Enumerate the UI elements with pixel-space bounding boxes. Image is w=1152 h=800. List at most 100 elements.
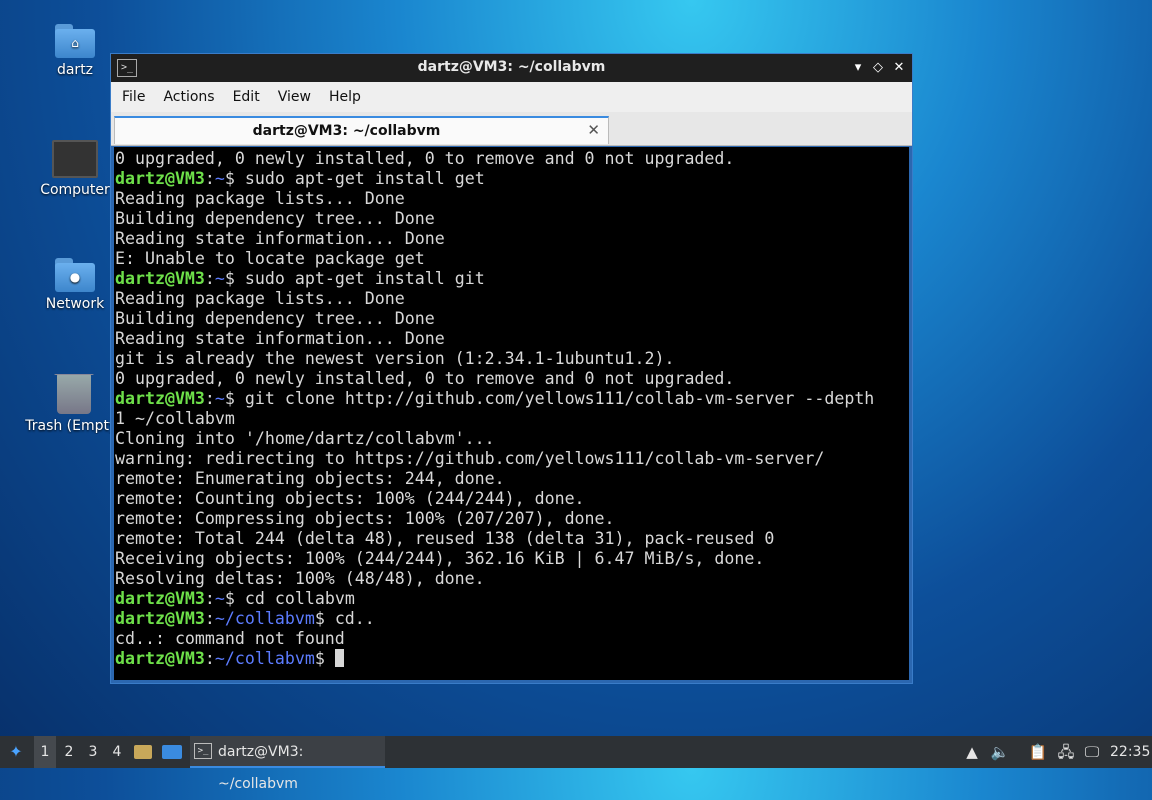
command-text: cd..: [324, 609, 375, 628]
prompt-separator: :: [204, 269, 215, 288]
prompt-separator: :: [204, 589, 215, 608]
desktop-icon-computer[interactable]: Computer: [29, 140, 121, 198]
command-text: git clone http://github.com/yellows111/c…: [234, 389, 875, 408]
tray-arrow-icon[interactable]: ▲: [960, 736, 984, 768]
desktop-icon-label: Computer: [40, 182, 110, 198]
terminal-output-line: Reading state information... Done: [115, 229, 445, 248]
notification-icon[interactable]: 🖵: [1080, 736, 1104, 768]
terminal-lines: 0 upgraded, 0 newly installed, 0 to remo…: [114, 147, 909, 669]
terminal-output-line: Resolving deltas: 100% (48/48), done.: [115, 569, 485, 588]
desktop-icon-label: Network: [45, 296, 105, 312]
terminal-output-line: 1 ~/collabvm: [115, 409, 235, 428]
terminal-output-line: remote: Compressing objects: 100% (207/2…: [115, 509, 615, 528]
terminal-prompt-line: dartz@VM3:~/collabvm$ cd..: [115, 609, 909, 629]
command-text: sudo apt-get install get: [234, 169, 485, 188]
maximize-button[interactable]: ◇: [869, 59, 887, 77]
terminal-prompt-line: dartz@VM3:~$ sudo apt-get install get: [115, 169, 909, 189]
prompt-separator: :: [204, 169, 215, 188]
terminal-output-line: git is already the newest version (1:2.3…: [115, 349, 675, 368]
menu-file[interactable]: File: [116, 89, 157, 105]
tab-label: dartz@VM3: ~/collabvm: [252, 123, 441, 139]
volume-icon[interactable]: 🔈: [988, 736, 1012, 768]
terminal-output-line: Reading package lists... Done: [115, 289, 405, 308]
desktop-icon-network[interactable]: ● Network: [29, 258, 121, 312]
terminal-output-line: Reading state information... Done: [115, 329, 445, 348]
clipboard-icon[interactable]: 📋: [1026, 736, 1050, 768]
minimize-button[interactable]: ▾: [849, 59, 867, 77]
workspace-2[interactable]: 2: [58, 736, 80, 768]
terminal-output-line: warning: redirecting to https://github.c…: [115, 449, 825, 468]
prompt-user: dartz@VM3: [115, 589, 205, 608]
prompt-separator: :: [204, 609, 215, 628]
command-text: [325, 649, 335, 668]
prompt-user: dartz@VM3: [115, 269, 205, 288]
file-manager-icon[interactable]: [134, 736, 154, 768]
terminal-output[interactable]: 0 upgraded, 0 newly installed, 0 to remo…: [114, 147, 909, 680]
desktop-icon-home[interactable]: ⌂ dartz: [29, 24, 121, 78]
prompt-user: dartz@VM3: [115, 389, 205, 408]
terminal-prompt-line: dartz@VM3:~$ cd collabvm: [115, 589, 909, 609]
prompt-separator: :: [204, 389, 215, 408]
prompt-path: ~: [214, 269, 225, 288]
terminal-output-line: remote: Total 244 (delta 48), reused 138…: [115, 529, 775, 548]
prompt-symbol: $: [314, 649, 325, 668]
tab-close-button[interactable]: ✕: [587, 121, 600, 139]
network-folder-icon: ●: [55, 258, 95, 292]
prompt-path: ~/collabvm: [214, 609, 315, 628]
terminal-output-line: Cloning into '/home/dartz/collabvm'...: [115, 429, 495, 448]
command-text: sudo apt-get install git: [234, 269, 485, 288]
terminal-cursor: [334, 649, 344, 667]
menu-view[interactable]: View: [272, 89, 323, 105]
prompt-symbol: $: [224, 589, 235, 608]
network-icon[interactable]: 🖧: [1054, 736, 1078, 768]
desktop-icon-label: Trash (Empty): [25, 418, 123, 434]
prompt-path: ~: [214, 169, 225, 188]
menu-help[interactable]: Help: [323, 89, 373, 105]
terminal-output-line: Building dependency tree... Done: [115, 309, 435, 328]
terminal-output-line: 0 upgraded, 0 newly installed, 0 to remo…: [115, 149, 735, 168]
taskbar-task-terminal[interactable]: >_ dartz@VM3: ~/collabvm: [190, 736, 385, 792]
terminal-prompt-line: dartz@VM3:~/collabvm$: [115, 649, 909, 669]
window-titlebar[interactable]: >_ dartz@VM3: ~/collabvm ▾ ◇ ✕: [111, 54, 912, 82]
taskbar-task-label: dartz@VM3: ~/collabvm: [218, 744, 304, 792]
prompt-user: dartz@VM3: [115, 649, 205, 668]
terminal-prompt-line: dartz@VM3:~$ sudo apt-get install git: [115, 269, 909, 289]
prompt-symbol: $: [314, 609, 325, 628]
home-folder-icon: ⌂: [55, 24, 95, 58]
tab-terminal[interactable]: dartz@VM3: ~/collabvm ✕: [114, 116, 609, 144]
close-button[interactable]: ✕: [890, 59, 908, 77]
tab-bar: dartz@VM3: ~/collabvm ✕: [111, 112, 912, 146]
start-menu-icon[interactable]: ✦: [4, 736, 28, 768]
terminal-output-line: Receiving objects: 100% (244/244), 362.1…: [115, 549, 765, 568]
window-title: dartz@VM3: ~/collabvm: [417, 59, 606, 75]
prompt-path: ~/collabvm: [214, 649, 315, 668]
menu-actions[interactable]: Actions: [157, 89, 226, 105]
computer-icon: [52, 140, 98, 178]
prompt-user: dartz@VM3: [115, 169, 205, 188]
terminal-window: >_ dartz@VM3: ~/collabvm ▾ ◇ ✕ File Acti…: [110, 53, 913, 684]
workspace-1[interactable]: 1: [34, 736, 56, 768]
terminal-output-line: E: Unable to locate package get: [115, 249, 425, 268]
terminal-icon: >_: [194, 743, 212, 759]
menu-bar: File Actions Edit View Help: [111, 82, 912, 112]
terminal-output-line: Reading package lists... Done: [115, 189, 405, 208]
terminal-output-line: cd..: command not found: [115, 629, 345, 648]
desktop-icon-trash[interactable]: Trash (Empty): [24, 374, 124, 434]
prompt-symbol: $: [224, 169, 235, 188]
prompt-path: ~: [214, 389, 225, 408]
desktop-icon[interactable]: [162, 736, 184, 768]
prompt-separator: :: [204, 649, 215, 668]
terminal-prompt-line: dartz@VM3:~$ git clone http://github.com…: [115, 389, 909, 409]
terminal-output-line: 0 upgraded, 0 newly installed, 0 to remo…: [115, 369, 735, 388]
workspace-4[interactable]: 4: [106, 736, 128, 768]
prompt-user: dartz@VM3: [115, 609, 205, 628]
menu-edit[interactable]: Edit: [227, 89, 272, 105]
prompt-path: ~: [214, 589, 225, 608]
prompt-symbol: $: [224, 269, 235, 288]
terminal-output-line: remote: Counting objects: 100% (244/244)…: [115, 489, 585, 508]
clock[interactable]: 22:35: [1110, 736, 1150, 768]
workspace-3[interactable]: 3: [82, 736, 104, 768]
taskbar: ✦ 1 2 3 4 >_ dartz@VM3: ~/collabvm ▲ 🔈 📋…: [0, 736, 1152, 792]
terminal-output-line: Building dependency tree... Done: [115, 209, 435, 228]
trash-icon: [54, 374, 94, 414]
